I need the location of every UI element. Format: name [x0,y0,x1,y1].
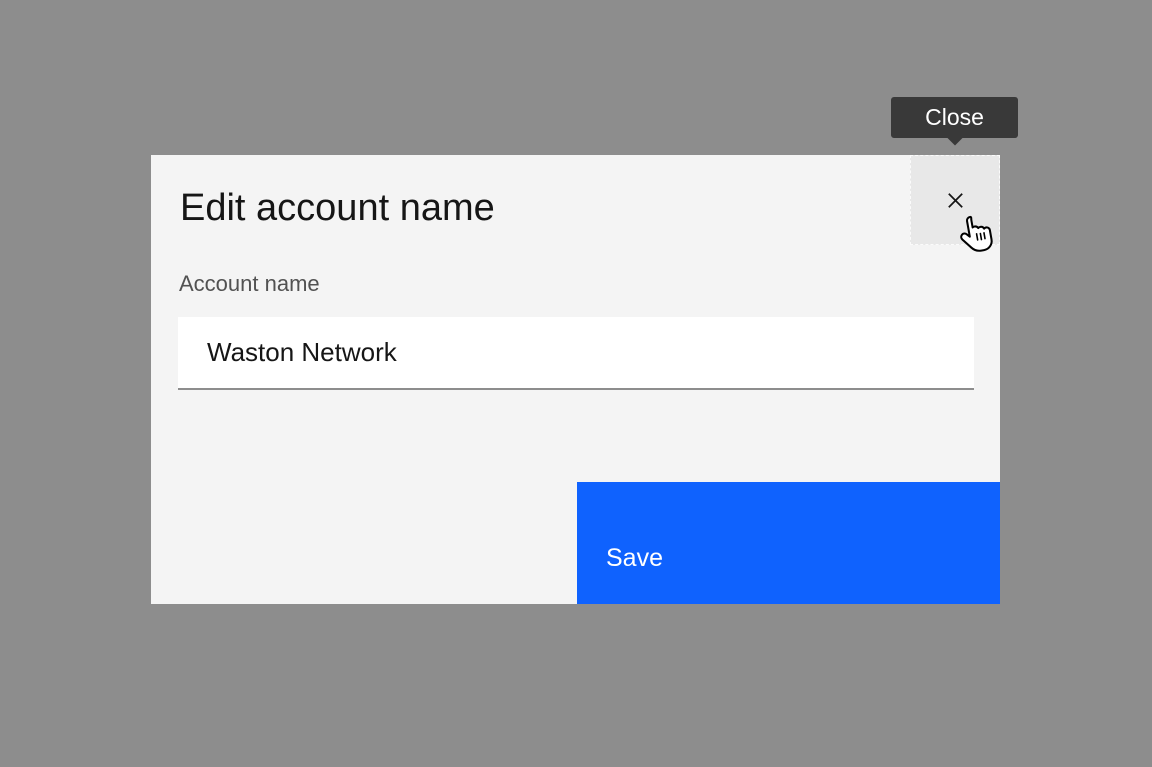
account-name-input[interactable] [178,317,974,390]
modal-title: Edit account name [180,189,495,227]
close-icon [944,189,967,212]
save-button-label: Save [606,544,663,572]
save-button[interactable]: Save [577,482,1000,604]
close-button[interactable] [910,155,1000,245]
edit-account-name-modal: Edit account name Account name Save [151,155,1000,604]
page-background: Close Edit account name Account name Sav… [0,0,1152,767]
account-name-label: Account name [179,273,320,295]
close-tooltip: Close [891,97,1018,138]
close-tooltip-label: Close [925,104,984,131]
tooltip-caret [946,129,963,146]
